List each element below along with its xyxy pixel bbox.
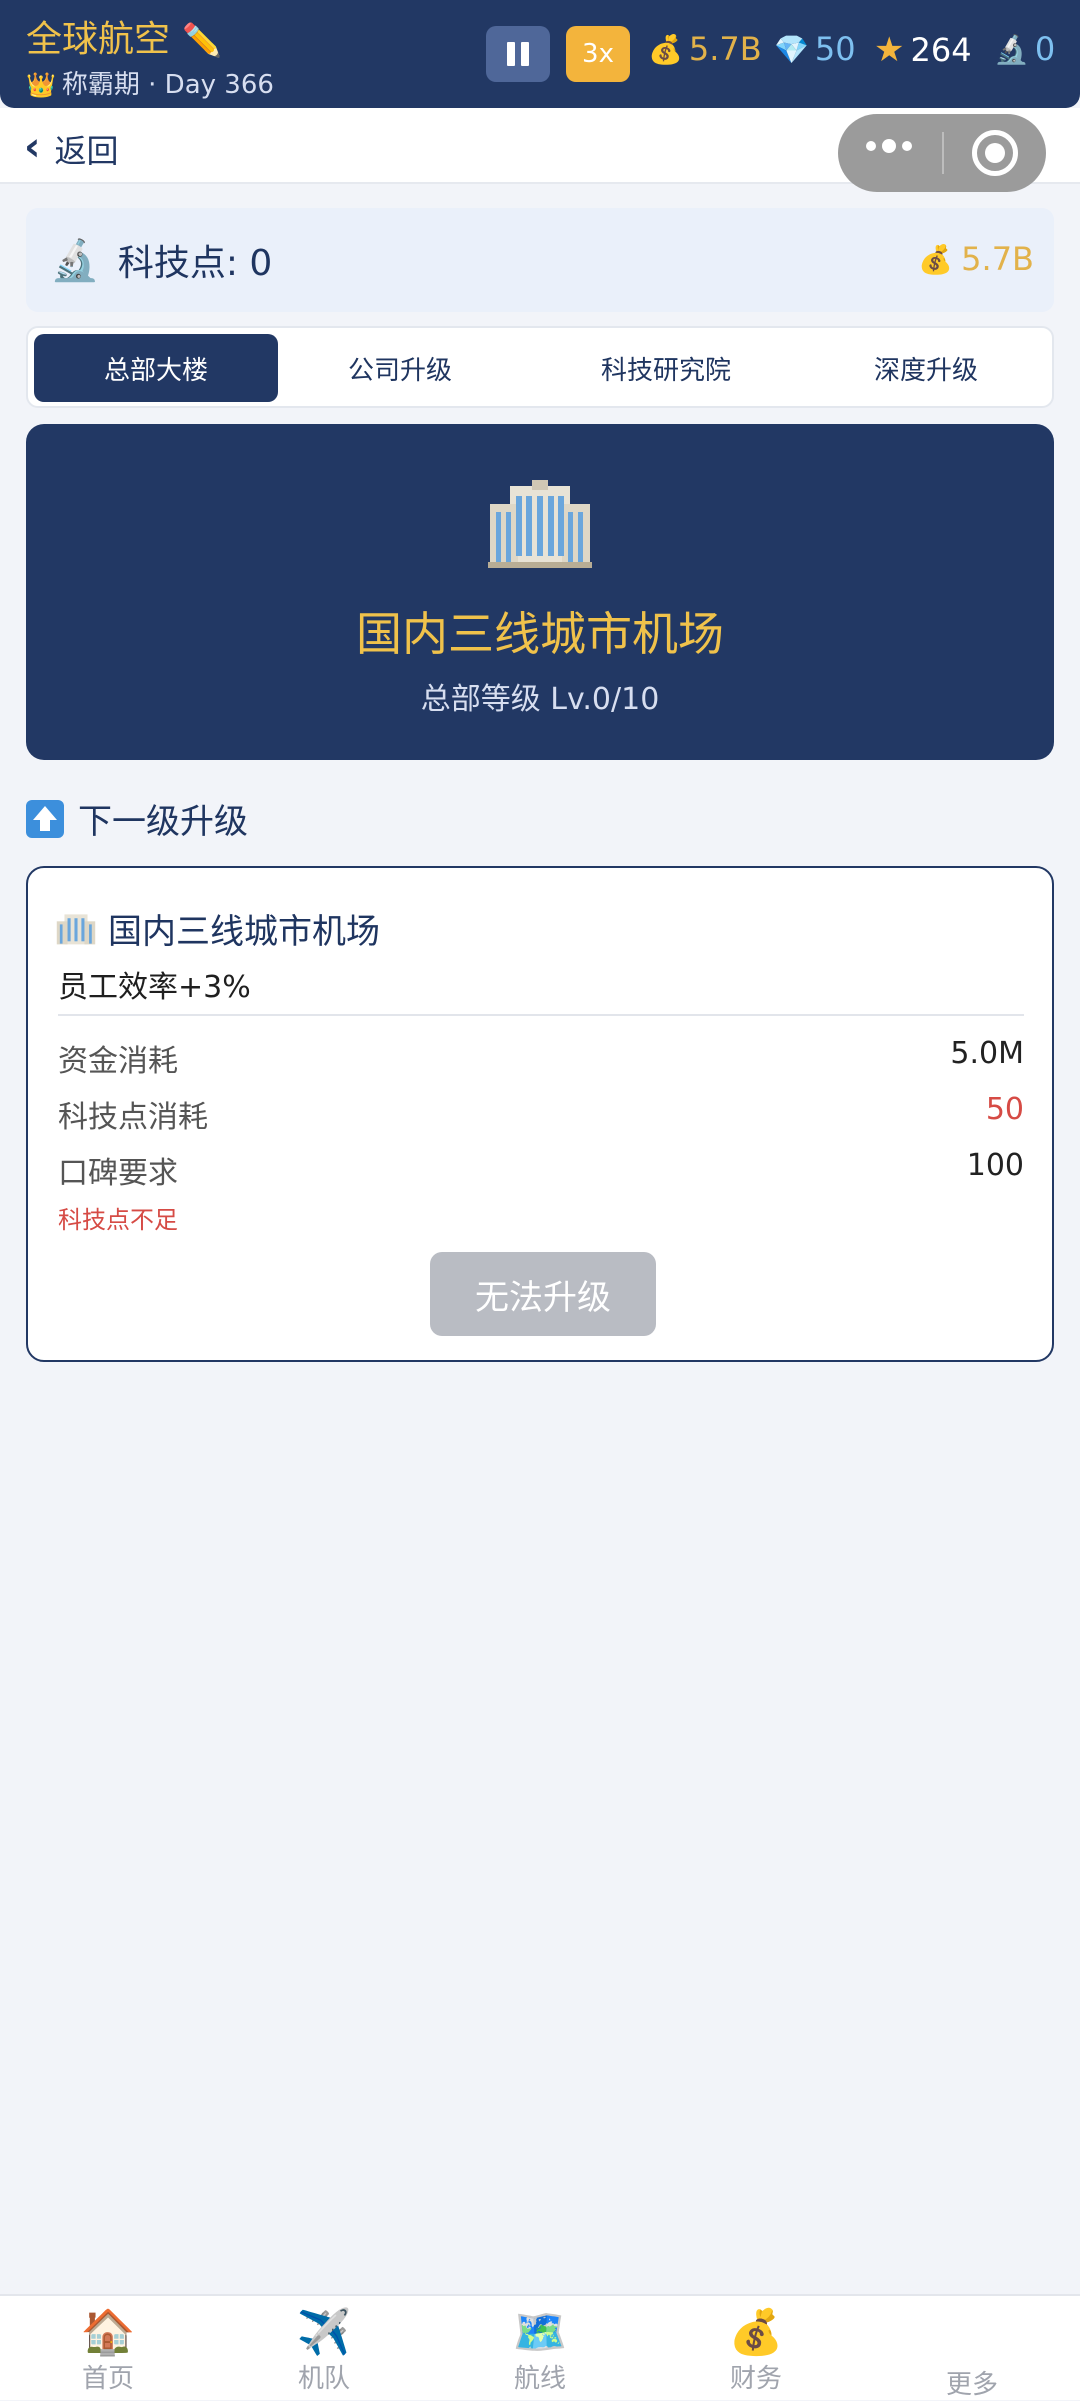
insufficient-warning: 科技点不足 — [58, 1206, 178, 1234]
capsule-divider — [942, 132, 944, 174]
nav-label: 财务 — [729, 2364, 782, 2394]
office-building-icon — [56, 913, 96, 944]
tab-company-upgrade[interactable]: 公司升级 — [278, 334, 522, 402]
nav-finance[interactable]: 💰 财务 — [648, 2296, 864, 2400]
up-arrow-icon — [26, 799, 64, 838]
divider — [58, 1014, 1024, 1016]
star-value: 264 — [910, 31, 972, 69]
tech-points-text: 科技点: 0 — [117, 243, 273, 284]
money-bag-icon: 💰 — [918, 242, 954, 276]
more-menu-icon[interactable] — [866, 139, 918, 153]
diamond-value: 50 — [814, 30, 856, 68]
upgrade-button-disabled[interactable]: 无法升级 — [430, 1252, 656, 1336]
nav-fleet[interactable]: ✈️ 机队 — [216, 2296, 432, 2400]
tech-points-header: 🔬 科技点: 0 💰 5.7B — [26, 208, 1054, 312]
top-status-bar: 全球航空 ✏️ 👑 称霸期 · Day 366 3x 💰 5.7B 💎 50 ★ 264 … — [0, 0, 1080, 108]
upgrade-effect: 员工效率+3% — [58, 970, 251, 1005]
star-stat: ★ 264 — [874, 30, 972, 70]
nav-label: 机队 — [297, 2364, 350, 2394]
pencil-icon[interactable]: ✏️ — [182, 21, 222, 59]
cost-row-money: 资金消耗 5.0M — [58, 1036, 1024, 1080]
headquarters-hero: 国内三线城市机场 总部等级 Lv.0/10 — [26, 424, 1054, 760]
cost-value: 100 — [966, 1148, 1024, 1183]
upgrade-tabs: 总部大楼 公司升级 科技研究院 深度升级 — [26, 326, 1054, 408]
tab-deep-upgrade[interactable]: 深度升级 — [804, 334, 1048, 402]
header-money-value: 5.7B — [961, 240, 1034, 278]
cost-label: 科技点消耗 — [58, 1100, 208, 1135]
microscope-icon: 🔬 — [50, 237, 100, 284]
cost-row-reputation: 口碑要求 100 — [58, 1148, 1024, 1192]
microscope-icon: 🔬 — [994, 32, 1029, 66]
nav-more[interactable]: 更多 — [864, 2296, 1080, 2400]
tech-points-label: 🔬 科技点: 0 — [50, 234, 272, 286]
close-miniprogram-icon[interactable] — [972, 130, 1018, 176]
section-title-text: 下一级升级 — [78, 802, 248, 842]
cost-label: 资金消耗 — [58, 1044, 178, 1079]
house-icon: 🏠 — [80, 2307, 136, 2358]
hero-title: 国内三线城市机场 — [356, 607, 724, 661]
miniprogram-capsule — [838, 114, 1046, 192]
nav-label: 首页 — [81, 2364, 134, 2394]
nav-routes[interactable]: 🗺️ 航线 — [432, 2296, 648, 2400]
cost-value: 50 — [985, 1092, 1024, 1127]
airplane-icon: ✈️ — [296, 2307, 352, 2358]
speed-button[interactable]: 3x — [566, 26, 630, 82]
upgrade-title: 国内三线城市机场 — [56, 904, 380, 953]
office-building-icon — [488, 480, 592, 568]
cost-label: 口碑要求 — [58, 1156, 178, 1191]
phase-indicator: 👑 称霸期 · Day 366 — [26, 64, 274, 101]
tech-value: 0 — [1034, 30, 1056, 68]
nav-label: 更多 — [945, 2370, 998, 2400]
money-bag-icon: 💰 — [728, 2307, 784, 2358]
money-bag-icon: 💰 — [648, 32, 683, 66]
bottom-tab-bar: 🏠 首页 ✈️ 机队 🗺️ 航线 💰 财务 更多 — [0, 2294, 1080, 2400]
cost-row-tech: 科技点消耗 50 — [58, 1092, 1024, 1136]
cost-value: 5.0M — [950, 1036, 1024, 1071]
nav-home[interactable]: 🏠 首页 — [0, 2296, 216, 2400]
section-title: 下一级升级 — [26, 794, 248, 843]
nav-label: 航线 — [513, 2364, 566, 2394]
back-label: 返回 — [54, 132, 119, 170]
app-title: 全球航空 ✏️ — [26, 10, 222, 62]
crown-icon: 👑 — [26, 71, 56, 99]
map-icon: 🗺️ — [512, 2307, 568, 2358]
hq-level: 总部等级 Lv.0/10 — [420, 682, 660, 717]
upgrade-card: 国内三线城市机场 员工效率+3% 资金消耗 5.0M 科技点消耗 50 口碑要求… — [26, 866, 1054, 1362]
pause-icon — [507, 42, 515, 66]
phase-text: 称霸期 · Day 366 — [61, 70, 274, 100]
app-title-text: 全球航空 — [26, 19, 171, 60]
diamond-stat: 💎 50 — [774, 30, 856, 68]
header-money: 💰 5.7B — [918, 240, 1034, 278]
back-button[interactable]: ‹ 返回 — [24, 124, 119, 172]
tech-stat: 🔬 0 — [994, 30, 1055, 68]
upgrade-title-text: 国内三线城市机场 — [108, 912, 380, 952]
tab-tech-institute[interactable]: 科技研究院 — [544, 334, 788, 402]
pause-icon-bar — [521, 42, 529, 66]
money-stat: 💰 5.7B — [648, 30, 762, 68]
tab-headquarters[interactable]: 总部大楼 — [34, 334, 278, 402]
star-icon: ★ — [874, 30, 905, 70]
chevron-left-icon: ‹ — [24, 124, 41, 170]
diamond-icon: 💎 — [774, 32, 809, 66]
money-value: 5.7B — [688, 30, 762, 68]
pause-button[interactable] — [486, 26, 550, 82]
